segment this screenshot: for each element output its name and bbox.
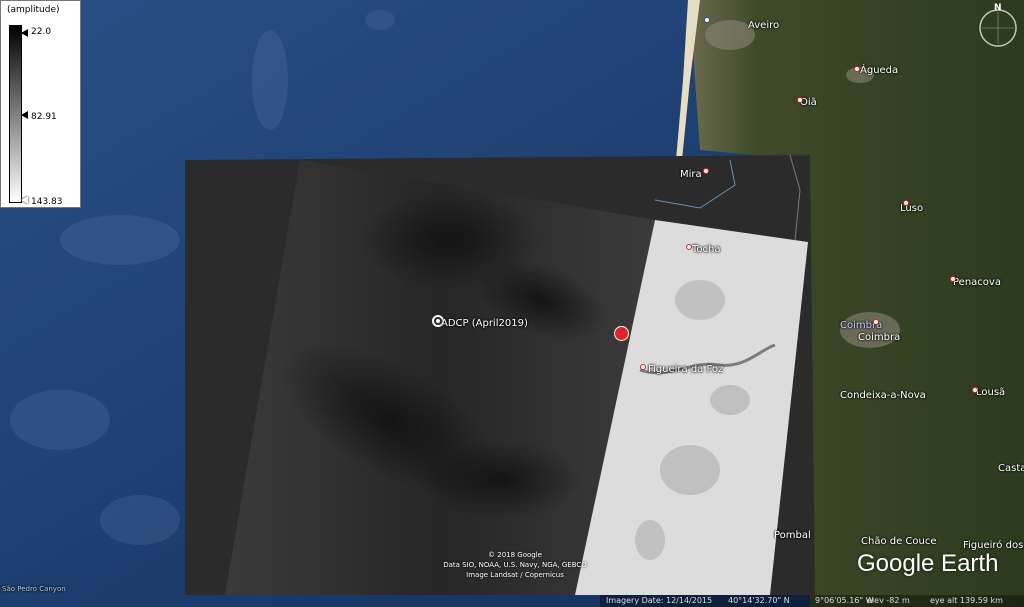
eye-altitude-readout: eye alt 139.59 km	[930, 596, 1003, 605]
place-label-aveiro[interactable]: Aveiro	[748, 20, 779, 31]
status-bar: Imagery Date: 12/14/2015 40°14'32.70" N …	[600, 595, 1024, 607]
legend-tick-min: 22.0	[31, 27, 52, 37]
place-label-lousa[interactable]: Lousã	[976, 387, 1005, 398]
compass-control[interactable]: N	[976, 3, 1020, 48]
place-label-casta[interactable]: Casta	[998, 463, 1024, 474]
adcp-label[interactable]: ADCP (April2019)	[441, 318, 528, 329]
compass-north-label: N	[994, 3, 1002, 13]
latitude-readout: 40°14'32.70" N	[728, 596, 790, 605]
place-label-penacova[interactable]: Penacova	[953, 277, 1001, 288]
map-credits: © 2018 Google Data SIO, NOAA, U.S. Navy,…	[430, 550, 600, 580]
place-pin-oia[interactable]	[797, 97, 803, 103]
place-label-pombal[interactable]: Pombal	[774, 530, 811, 541]
place-label-tocha[interactable]: Tocha	[692, 244, 721, 255]
place-pin-aveiro[interactable]	[704, 17, 710, 23]
legend-tick-max: 143.83	[31, 197, 63, 207]
legend-tick-marker-max	[21, 196, 28, 204]
legend-tick-mid: 82.91	[31, 112, 57, 122]
credit-line-1: © 2018 Google	[488, 551, 542, 559]
place-pin-lousa[interactable]	[972, 387, 978, 393]
place-label-agueda[interactable]: Águeda	[860, 65, 898, 76]
place-label-chao-de-couce[interactable]: Chão de Couce	[861, 536, 937, 547]
place-label-coimbra[interactable]: Coimbra	[858, 332, 900, 343]
credit-line-2: Data SIO, NOAA, U.S. Navy, NGA, GEBCO	[443, 561, 587, 569]
place-label-canyon[interactable]: São Pedro Canyon	[2, 585, 66, 593]
place-label-condeixa[interactable]: Condeixa-a-Nova	[840, 390, 926, 401]
elevation-readout: elev -82 m	[867, 596, 910, 605]
place-pin-tocha[interactable]	[686, 244, 692, 250]
legend-tick-marker-mid	[21, 111, 28, 119]
place-pin-figueira-da-foz[interactable]	[640, 364, 646, 370]
place-pin-luso[interactable]	[903, 200, 909, 206]
imagery-date: Imagery Date: 12/14/2015	[606, 596, 713, 605]
longitude-readout: 9°06'05.16" W	[815, 596, 874, 605]
place-pin-mira[interactable]	[703, 168, 709, 174]
google-earth-logo: Google Earth	[857, 550, 999, 577]
place-label-figueira-da-foz[interactable]: Figueira da Foz	[648, 364, 723, 375]
place-pin-coimbra[interactable]	[873, 319, 879, 325]
place-pin-penacova[interactable]	[950, 276, 956, 282]
legend-title: (amplitude)	[7, 5, 60, 15]
place-pin-agueda[interactable]	[854, 66, 860, 72]
legend-tick-marker-min	[21, 29, 28, 37]
road-marker-icon	[614, 326, 629, 341]
credit-line-3: Image Landsat / Copernicus	[466, 571, 564, 579]
map-canvas[interactable]	[0, 0, 1024, 607]
amplitude-legend: (amplitude) 22.0 82.91 143.83	[0, 0, 81, 208]
place-label-mira[interactable]: Mira	[680, 169, 702, 180]
